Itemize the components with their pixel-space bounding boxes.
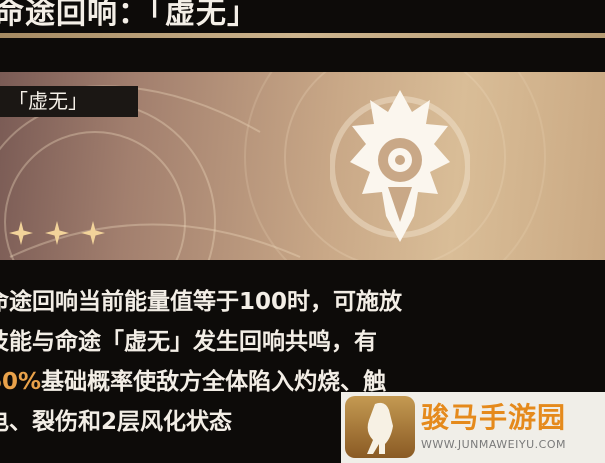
description-line: 命途回响当前能量值等于100时，可施放 bbox=[0, 289, 403, 315]
path-name-tag: 「虚无」 bbox=[0, 86, 138, 117]
horse-logo-icon bbox=[345, 396, 415, 458]
site-watermark: 骏马手游园 WWW.JUNMAWEIYU.COM bbox=[341, 392, 605, 463]
nihility-path-emblem-icon bbox=[330, 90, 470, 242]
star-icon bbox=[9, 221, 33, 245]
page-title: 命途回响：「虚无」 bbox=[0, 0, 258, 31]
description-text: 基础概率使敌方全体陷入灼烧、触 bbox=[41, 369, 387, 395]
watermark-url: WWW.JUNMAWEIYU.COM bbox=[421, 438, 566, 451]
description-line: 技能与命途「虚无」发生回响共鸣，有 bbox=[0, 329, 377, 355]
watermark-name: 骏马手游园 bbox=[421, 401, 567, 434]
title-divider bbox=[0, 33, 605, 38]
chance-highlight: 60% bbox=[0, 369, 42, 395]
star-icon bbox=[81, 221, 105, 245]
star-icon bbox=[45, 221, 69, 245]
rarity-stars bbox=[8, 220, 106, 246]
